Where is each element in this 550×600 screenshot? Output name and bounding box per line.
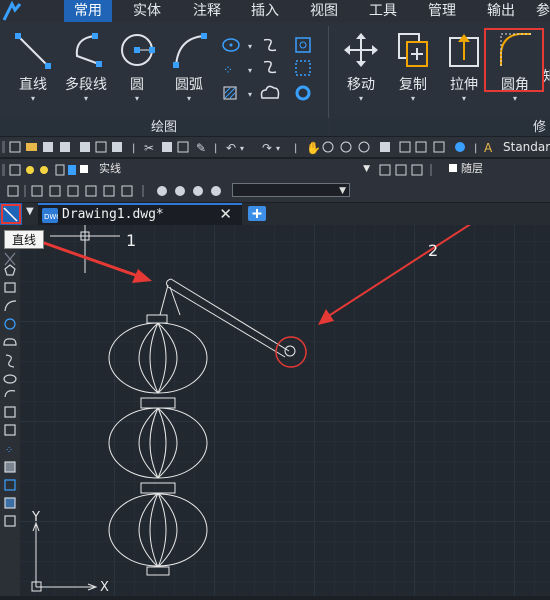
line-icon (15, 33, 51, 69)
menu-insert[interactable]: 插入 (240, 0, 290, 22)
svg-text:|: | (474, 143, 477, 154)
ucs-y-label: Y (31, 510, 40, 525)
svg-text:|: | (132, 143, 135, 154)
svg-text:▾: ▾ (276, 144, 280, 153)
drawing-area[interactable]: Y X (20, 204, 550, 596)
line-tool-highlight-box (1, 204, 21, 224)
hatch-icon (223, 86, 237, 100)
close-icon[interactable]: ✕ (219, 205, 232, 223)
stretch-tool-button[interactable]: 拉伸 ▾ (442, 30, 486, 103)
tab-title: Drawing1.dwg* (62, 207, 164, 222)
svg-text:▾: ▾ (248, 42, 252, 51)
menu-entity[interactable]: 实体 (122, 0, 172, 22)
menu-manage[interactable]: 管理 (417, 0, 467, 22)
tab-drawing1[interactable]: DWG Drawing1.dwg* ✕ (38, 203, 242, 225)
tab-menu-icon[interactable]: ▼ (26, 206, 34, 217)
svg-text:↶: ↶ (226, 141, 236, 155)
view-toolbar-icons[interactable] (0, 181, 240, 202)
plus-icon (252, 209, 262, 218)
draw-side-toolbar-icons[interactable]: ⁘ (0, 225, 20, 596)
standard-toolbar-icons[interactable]: | ✂ ✎ | ↶ ▾ ↷ ▾ | ✋ | A (0, 137, 550, 157)
fillet-highlight-box (484, 28, 544, 92)
line-tool-button[interactable]: 直线 ▾ (8, 30, 58, 103)
chevron-down-icon: ▼ (339, 186, 346, 196)
color-combo[interactable]: 随层 (446, 162, 550, 176)
ucs-x-label: X (100, 580, 109, 595)
region-icon (295, 37, 311, 53)
svg-text:▾: ▾ (248, 90, 252, 99)
move-icon (344, 33, 378, 67)
text-style-combo[interactable]: Standar (500, 140, 550, 154)
donut-icon (295, 85, 311, 101)
app-logo-icon[interactable] (0, 0, 30, 22)
svg-text:A: A (484, 141, 493, 155)
group-label-draw: 绘图 (0, 119, 328, 136)
svg-text:⁘: ⁘ (223, 63, 233, 77)
view-toolbar: ▼ (0, 181, 550, 202)
grid (20, 225, 550, 596)
layer-combo[interactable]: 实线 ▼ (96, 162, 372, 176)
rectangle-tool-partial[interactable]: 矩 (543, 66, 550, 86)
layer-toolbar: 实线 ▼ 随层 (0, 159, 550, 181)
spline-icon (263, 38, 277, 52)
color-swatch (449, 164, 457, 172)
move-tool-button[interactable]: 移动 ▾ (338, 30, 384, 103)
view-combo[interactable]: ▼ (232, 183, 350, 197)
circle-tool-button[interactable]: 圆 ▾ (116, 30, 158, 103)
circle-icon (121, 34, 155, 66)
group-divider (328, 26, 329, 118)
draw-side-toolbar: ⁘ (0, 225, 20, 596)
group-label-modify: 修 (330, 119, 550, 136)
menu-tools[interactable]: 工具 (358, 0, 408, 22)
copy-icon (398, 33, 428, 67)
ribbon-panel: 直线 ▾ 多段线 ▾ 圆 ▾ 圆弧 ▾ ▾ ⁘ ▾ ▾ 移动 ▾ 复制 ▾ 拉伸… (0, 22, 550, 136)
polyline-tool-button[interactable]: 多段线 ▾ (62, 30, 110, 103)
polyline-icon (75, 33, 102, 67)
boundary-icon (295, 60, 311, 76)
menu-output[interactable]: 输出 (476, 0, 526, 22)
line-tooltip: 直线 (4, 230, 44, 249)
drawing-canvas[interactable]: Y X (20, 204, 550, 596)
stretch-icon (449, 34, 479, 67)
point-icon: ⁘ (223, 63, 233, 77)
draw-small-tools[interactable]: ▾ ⁘ ▾ ▾ (222, 36, 322, 104)
cloud-icon (260, 85, 280, 99)
step-2-label: 2 (428, 241, 439, 260)
menu-bar: 常用 实体 注释 插入 视图 工具 管理 输出 参 (0, 0, 550, 22)
svg-text:|: | (294, 143, 297, 154)
svg-text:↷: ↷ (262, 141, 272, 155)
color-label: 随层 (461, 162, 483, 175)
svg-text:✂: ✂ (144, 141, 154, 155)
menu-view[interactable]: 视图 (299, 0, 349, 22)
svg-text:▾: ▾ (248, 66, 252, 75)
arc-tool-button[interactable]: 圆弧 ▾ (164, 30, 214, 103)
menu-annotate[interactable]: 注释 (182, 0, 232, 22)
svg-text:✋: ✋ (306, 141, 321, 155)
revcloud-icon (263, 60, 277, 74)
svg-text:▾: ▾ (240, 144, 244, 153)
dwg-file-icon: DWG (42, 208, 58, 223)
svg-text:⁘: ⁘ (5, 445, 13, 456)
standard-toolbar: | ✂ ✎ | ↶ ▾ ↷ ▾ | ✋ | A Standar (0, 137, 550, 157)
ellipse-icon (222, 38, 240, 52)
svg-text:DWG: DWG (44, 213, 58, 221)
menu-more[interactable]: 参 (536, 0, 550, 22)
layer-tools-icons[interactable] (376, 159, 446, 181)
step-1-label: 1 (126, 231, 137, 250)
svg-text:✎: ✎ (196, 141, 206, 155)
document-tabstrip: ▼ DWG Drawing1.dwg* ✕ (0, 203, 550, 225)
layer-toolbar-icons[interactable] (0, 159, 110, 181)
layer-name: 实线 (99, 162, 121, 175)
menu-home[interactable]: 常用 (64, 0, 112, 22)
chevron-down-icon: ▼ (363, 164, 370, 174)
svg-text:|: | (214, 143, 217, 154)
copy-tool-button[interactable]: 复制 ▾ (390, 30, 436, 103)
arc-icon (173, 33, 207, 68)
new-tab-button[interactable] (248, 206, 266, 221)
